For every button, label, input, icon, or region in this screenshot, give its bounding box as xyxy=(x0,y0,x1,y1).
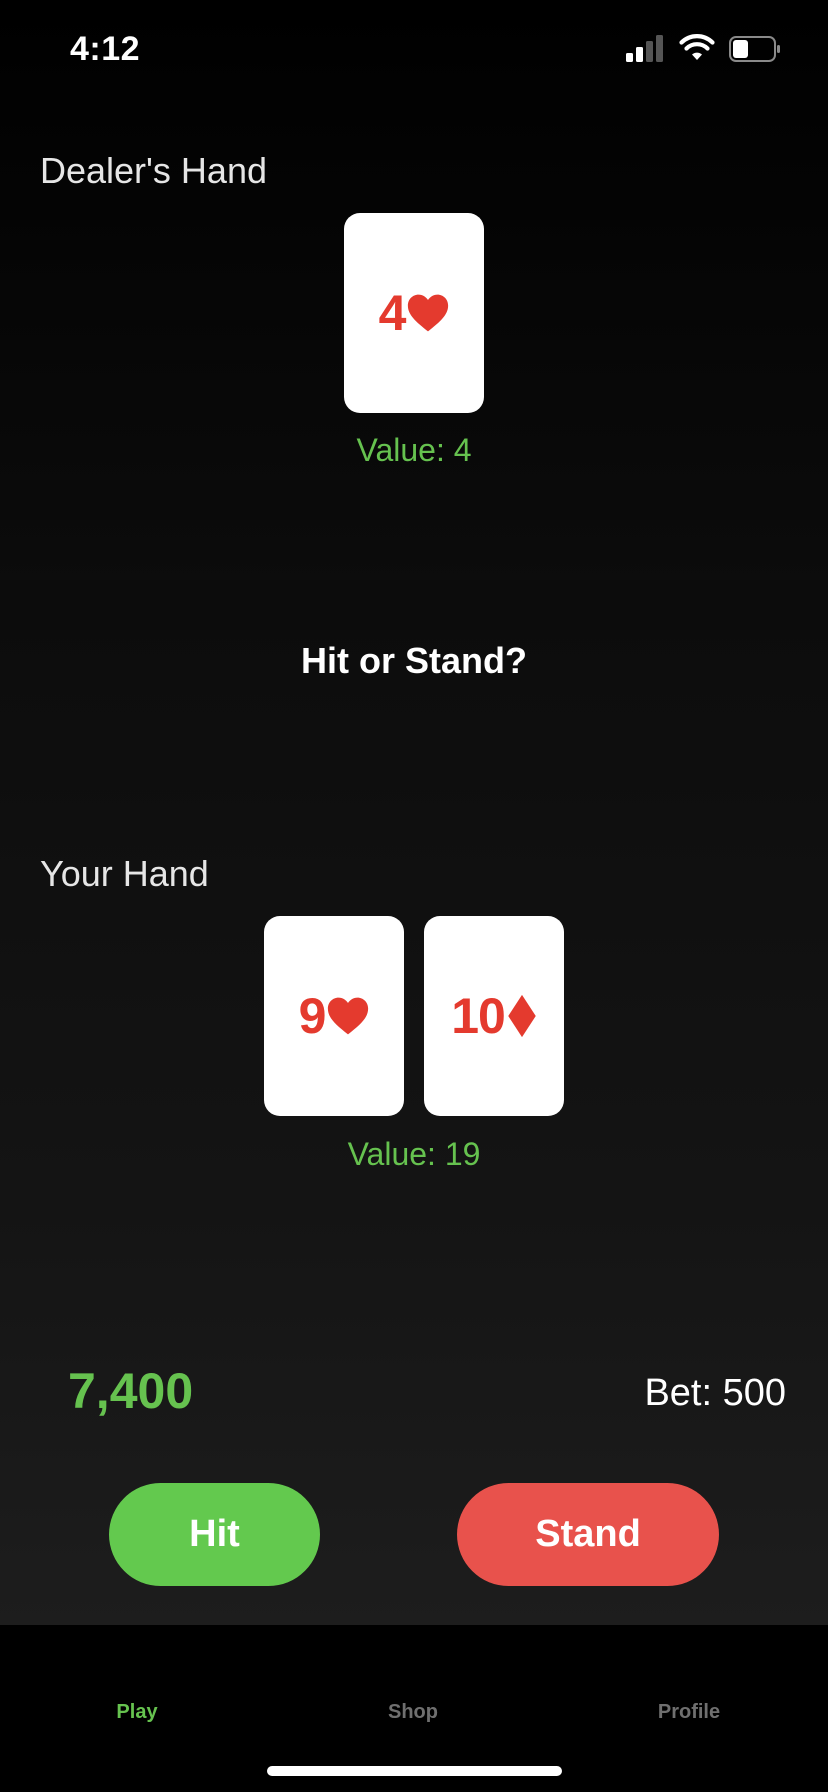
tab-play[interactable]: Play xyxy=(37,1701,237,1724)
card-rank: 10 xyxy=(451,988,506,1044)
dealer-value: Value: 4 xyxy=(356,432,472,468)
status-time: 4:12 xyxy=(70,30,141,68)
action-prompt: Hit or Stand? xyxy=(301,640,527,681)
status-bar: 4:12 xyxy=(0,0,828,100)
heart-icon xyxy=(408,294,449,332)
home-indicator xyxy=(267,1766,562,1776)
battery-icon xyxy=(729,36,780,62)
diamond-icon xyxy=(508,994,536,1038)
blackjack-screen: 4:12 Dealer's Hand 4 Value: 4 Hit or Sta… xyxy=(0,0,828,1792)
player-card: 9 xyxy=(264,916,404,1116)
dealer-hand-label: Dealer's Hand xyxy=(40,150,267,191)
card-rank: 9 xyxy=(298,988,327,1044)
hit-button[interactable]: Hit xyxy=(109,1483,320,1586)
cellular-signal-icon xyxy=(626,35,663,62)
bet-amount: Bet: 500 xyxy=(644,1372,786,1414)
tab-shop[interactable]: Shop xyxy=(313,1701,513,1724)
stand-button[interactable]: Stand xyxy=(457,1483,719,1586)
player-value: Value: 19 xyxy=(347,1136,481,1172)
player-card: 10 xyxy=(424,916,564,1116)
heart-icon xyxy=(328,997,369,1035)
dealer-card: 4 xyxy=(344,213,484,413)
wifi-icon xyxy=(679,34,715,60)
player-hand-label: Your Hand xyxy=(40,853,209,894)
tab-profile[interactable]: Profile xyxy=(589,1701,789,1724)
chip-balance: 7,400 xyxy=(68,1363,194,1419)
card-rank: 4 xyxy=(378,285,407,341)
